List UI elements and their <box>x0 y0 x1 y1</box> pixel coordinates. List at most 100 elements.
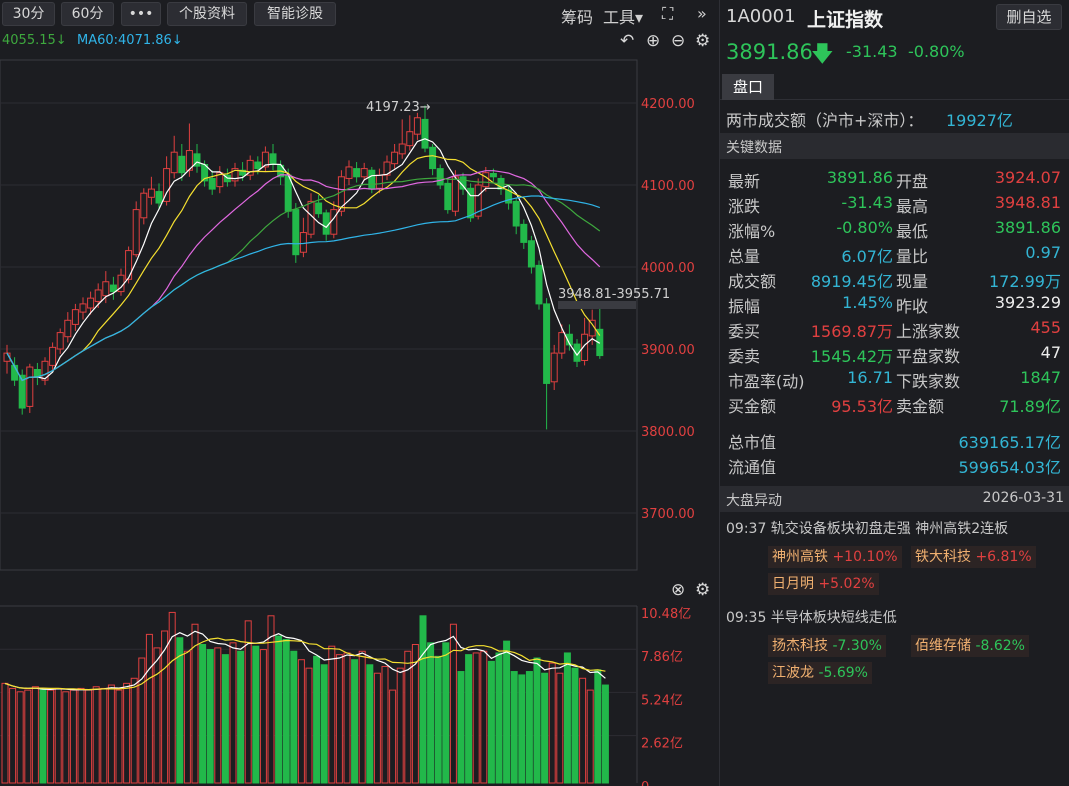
range-highlight <box>558 301 636 309</box>
ma10-line <box>6 155 601 382</box>
kline-chart[interactable]: 4200.00 4100.00 4000.00 3900.00 3800.00 3700.… <box>0 0 718 786</box>
stock-tag[interactable]: 日月明 +5.02% <box>768 573 879 595</box>
volume-bar <box>533 657 541 784</box>
key-value: 0.97 <box>1025 243 1061 262</box>
volume-bar <box>206 649 214 784</box>
volume-bar <box>85 689 93 784</box>
candle-body <box>520 223 528 243</box>
remove-watchlist-button[interactable]: 删自选 <box>996 4 1062 30</box>
key-label: 最高 <box>896 197 929 216</box>
candle-body <box>299 232 307 253</box>
key-value: 3923.29 <box>994 293 1061 312</box>
volume-bar <box>267 615 275 784</box>
candle-body <box>436 168 444 186</box>
key-value: 1545.42万 <box>810 347 893 366</box>
news-event-text[interactable]: 09:37 轨交设备板块初盘走强 神州高铁2连板 <box>726 518 1008 538</box>
volume-bar <box>381 665 389 784</box>
volume-bar <box>373 672 381 784</box>
volume-bar <box>214 647 222 784</box>
candle-body <box>254 161 262 170</box>
candle-body <box>482 172 490 188</box>
turnover-value: 19927亿 <box>946 111 1013 130</box>
stock-tag[interactable]: 江波龙 -5.69% <box>768 662 872 684</box>
volume-bar <box>419 615 427 784</box>
volume-bar <box>586 689 594 784</box>
key-value: 1847 <box>1020 368 1061 387</box>
volume-bar <box>47 689 55 784</box>
volume-tick-label: 0 <box>641 780 649 786</box>
price-change-pct: -0.80% <box>908 42 965 61</box>
volume-bar <box>449 623 457 784</box>
volume-bar <box>480 650 488 784</box>
volume-bar <box>259 649 267 784</box>
key-value: 3924.07 <box>994 168 1061 187</box>
stock-tag[interactable]: 铁大科技 +6.81% <box>911 546 1036 568</box>
volume-bar <box>1 682 9 784</box>
key-label: 涨幅% <box>728 222 776 241</box>
candle-body <box>94 289 102 302</box>
volume-bar <box>199 644 207 784</box>
news-event-text[interactable]: 09:35 半导体板块短线走低 <box>726 607 897 627</box>
volume-bar <box>396 667 404 784</box>
volume-bar <box>525 671 533 784</box>
volume-bar <box>9 687 17 784</box>
mktcap-value: 639165.17亿 <box>958 433 1061 452</box>
volume-bar <box>579 677 587 784</box>
price-frame <box>0 59 638 571</box>
stock-tag[interactable]: 佰维存储 -8.62% <box>911 635 1029 657</box>
candle-body <box>147 188 155 198</box>
key-label: 市盈率(动) <box>728 372 805 391</box>
key-label: 上涨家数 <box>896 322 961 341</box>
stock-tag[interactable]: 神州高铁 +10.10% <box>768 546 902 568</box>
candle-body <box>49 346 57 366</box>
volume-bar <box>556 672 564 784</box>
candle-body <box>512 200 520 227</box>
volume-bar <box>487 660 495 784</box>
tab-order-book[interactable]: 盘口 <box>722 74 774 100</box>
volume-bar <box>183 650 191 784</box>
volume-bar <box>77 687 85 784</box>
key-label: 量比 <box>896 247 929 266</box>
candle-body <box>398 143 406 155</box>
key-value: -0.80% <box>836 218 893 237</box>
volume-bar <box>601 684 609 784</box>
volume-bar <box>221 654 229 784</box>
volume-bar <box>145 633 153 784</box>
candle-body <box>413 117 421 135</box>
candle-body <box>132 209 140 256</box>
key-value: 3891.86 <box>826 168 893 187</box>
volume-tick-label: 2.62亿 <box>641 737 683 752</box>
candle-body <box>550 352 558 383</box>
stock-tag[interactable]: 扬杰科技 -7.30% <box>768 635 886 657</box>
price-tick-label: 3900.00 <box>641 343 695 358</box>
range-annotation: 3948.81-3955.71 <box>558 287 670 302</box>
candle-body <box>79 303 87 313</box>
candle-body <box>558 332 566 354</box>
price-tick-label: 3800.00 <box>641 425 695 440</box>
candle-body <box>178 155 186 174</box>
quote-panel: 1A0001 上证指数 删自选 3891.86 🡇 -31.43 -0.80% … <box>719 0 1069 786</box>
volume-bar <box>472 652 480 784</box>
key-label: 下跌家数 <box>896 372 961 391</box>
candle-body <box>109 284 117 293</box>
price-tick-label: 4100.00 <box>641 179 695 194</box>
volume-tick-label: 7.86亿 <box>641 650 683 665</box>
price-tick-label: 4000.00 <box>641 261 695 276</box>
candle-body <box>535 264 543 305</box>
key-label: 买金额 <box>728 397 777 416</box>
candle-body <box>292 209 300 256</box>
key-value: 16.71 <box>847 368 893 387</box>
volume-bar <box>16 691 24 784</box>
candle-body <box>102 281 110 297</box>
price-tick-label: 3700.00 <box>641 507 695 522</box>
volume-bar <box>320 664 328 784</box>
key-label: 最新 <box>728 172 761 191</box>
volume-bar <box>563 652 571 784</box>
volume-bar <box>115 689 123 784</box>
candle-body <box>269 153 277 165</box>
volume-bar <box>594 669 602 784</box>
volume-bar <box>237 650 245 784</box>
key-label: 成交额 <box>728 272 777 291</box>
volume-bar <box>548 662 556 784</box>
candle-body <box>391 151 399 165</box>
